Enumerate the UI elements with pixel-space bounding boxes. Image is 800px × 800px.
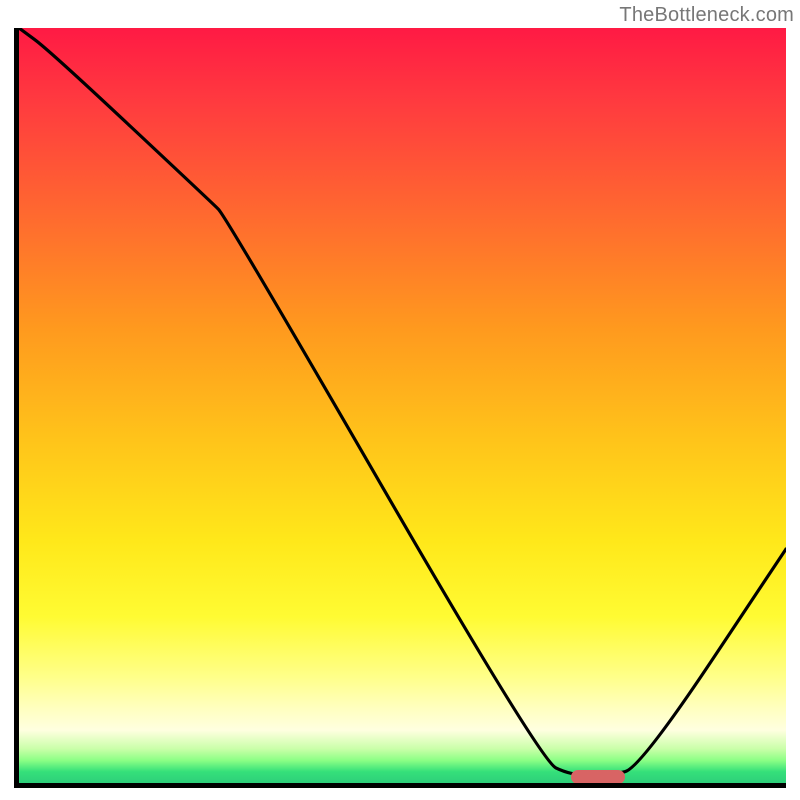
curve-path: [19, 28, 786, 775]
curve-svg: [19, 28, 786, 783]
optimal-marker: [571, 770, 625, 784]
attribution-label: TheBottleneck.com: [619, 4, 794, 27]
chart-container: TheBottleneck.com: [0, 0, 800, 800]
plot-area: [14, 28, 786, 788]
